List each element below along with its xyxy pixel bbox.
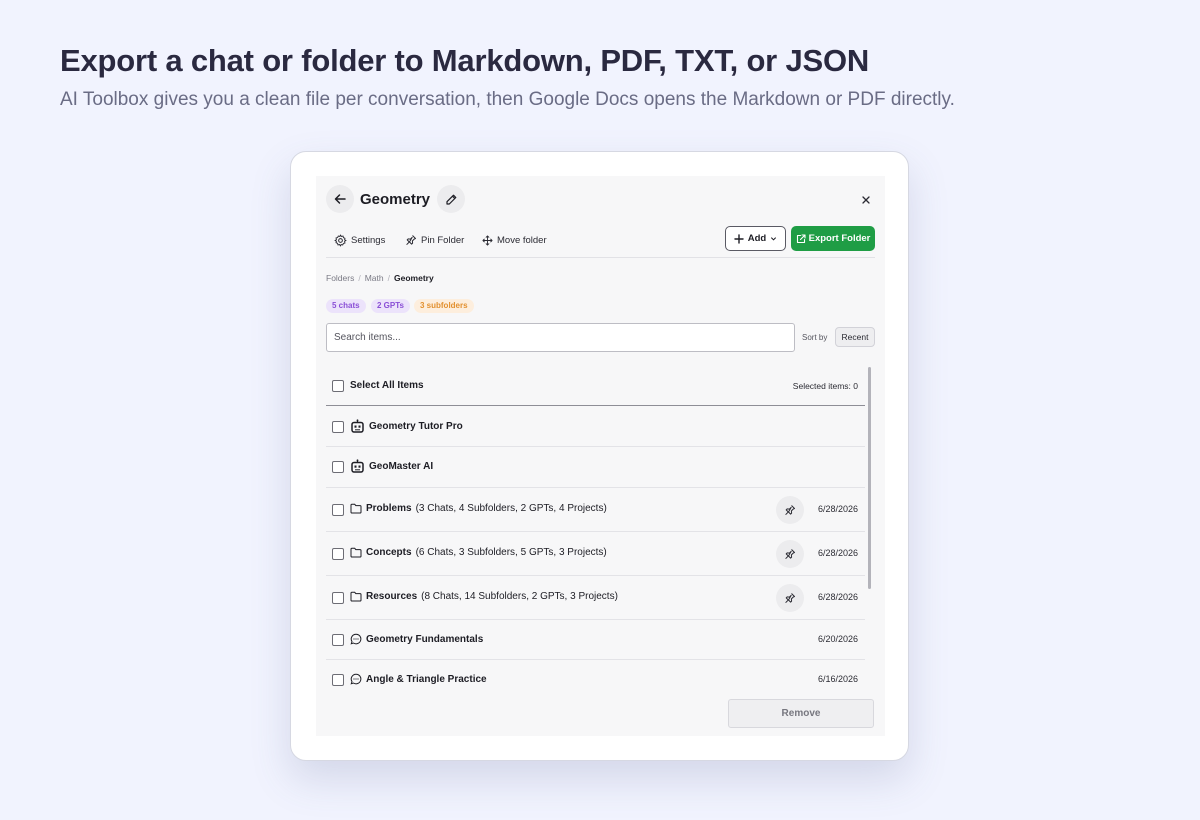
item-name: Angle & Triangle Practice xyxy=(366,673,487,685)
sort-select[interactable]: Recent xyxy=(835,327,875,347)
gpts-count-badge: 2 GPTs xyxy=(371,299,410,313)
export-folder-label: Export Folder xyxy=(808,233,871,244)
item-checkbox[interactable] xyxy=(332,674,344,686)
item-detail: (8 Chats, 14 Subfolders, 2 GPTs, 3 Proje… xyxy=(421,591,618,602)
item-date: 6/28/2026 xyxy=(817,592,858,602)
item-detail: (3 Chats, 4 Subfolders, 2 GPTs, 4 Projec… xyxy=(415,503,607,514)
pencil-icon xyxy=(445,194,456,205)
plus-icon xyxy=(734,233,744,244)
folder-panel: Geometry Settings Pin Folder Move folder… xyxy=(316,176,885,736)
item-name: Geometry Fundamentals xyxy=(366,633,484,645)
back-button[interactable] xyxy=(326,185,354,213)
pin-folder-button[interactable]: Pin Folder xyxy=(405,231,464,249)
pin-icon xyxy=(785,593,795,604)
chats-count-badge: 5 chats xyxy=(326,299,366,313)
edit-title-button[interactable] xyxy=(437,185,465,213)
folder-icon xyxy=(350,547,362,558)
item-date: 6/28/2026 xyxy=(817,548,858,558)
export-folder-button[interactable]: Export Folder xyxy=(791,226,875,251)
pin-icon xyxy=(785,549,795,560)
select-all-label: Select All Items xyxy=(350,380,424,391)
pin-icon xyxy=(785,505,795,516)
move-folder-button[interactable]: Move folder xyxy=(482,231,547,249)
folder-icon xyxy=(350,591,362,602)
folder-title: Geometry xyxy=(360,191,431,208)
list-item-gpt[interactable]: Geometry Tutor Pro xyxy=(326,407,865,447)
item-checkbox[interactable] xyxy=(332,504,344,516)
toolbar-divider xyxy=(326,257,875,258)
item-checkbox[interactable] xyxy=(332,592,344,604)
item-date: 6/16/2026 xyxy=(817,674,858,684)
item-checkbox[interactable] xyxy=(332,421,344,433)
breadcrumb: Folders / Math / Geometry xyxy=(326,273,434,283)
list-item-folder[interactable]: Resources (8 Chats, 14 Subfolders, 2 GPT… xyxy=(326,576,865,620)
hero-title: Export a chat or folder to Markdown, PDF… xyxy=(60,43,870,78)
list-item-folder[interactable]: Concepts (6 Chats, 3 Subfolders, 5 GPTs,… xyxy=(326,532,865,576)
move-folder-label: Move folder xyxy=(497,234,547,246)
item-checkbox[interactable] xyxy=(332,461,344,473)
item-name: Problems xyxy=(366,503,412,514)
selected-count: Selected items: 0 xyxy=(792,381,858,391)
add-label: Add xyxy=(747,233,767,244)
chevron-down-icon xyxy=(771,237,777,241)
robot-icon xyxy=(351,459,364,473)
list-scrollbar[interactable] xyxy=(868,367,871,589)
breadcrumb-folders[interactable]: Folders xyxy=(326,273,354,283)
breadcrumb-math[interactable]: Math xyxy=(365,273,384,283)
breadcrumb-current: Geometry xyxy=(394,273,434,283)
arrow-left-icon xyxy=(334,194,346,204)
item-detail: (6 Chats, 3 Subfolders, 5 GPTs, 3 Projec… xyxy=(415,547,607,558)
items-list: Select All Items Selected items: 0 Geome… xyxy=(326,366,865,686)
search-input[interactable]: Search items... xyxy=(326,323,795,352)
robot-icon xyxy=(351,419,364,433)
gear-icon xyxy=(334,233,347,247)
settings-label: Settings xyxy=(351,234,386,246)
list-item-chat[interactable]: Geometry Fundamentals 6/20/2026 xyxy=(326,620,865,660)
add-button[interactable]: Add xyxy=(725,226,786,251)
close-icon xyxy=(862,196,870,204)
item-checkbox[interactable] xyxy=(332,548,344,560)
pin-folder-label: Pin Folder xyxy=(421,234,465,246)
pin-button[interactable] xyxy=(776,496,804,524)
move-icon xyxy=(482,234,493,246)
select-all-checkbox[interactable] xyxy=(332,380,344,392)
chat-bubble-icon xyxy=(350,633,362,645)
item-name: Geometry Tutor Pro xyxy=(369,421,463,432)
item-date: 6/28/2026 xyxy=(817,504,858,514)
item-name: GeoMaster AI xyxy=(369,461,434,472)
settings-button[interactable]: Settings xyxy=(334,231,385,249)
hero-subtitle: AI Toolbox gives you a clean file per co… xyxy=(60,89,955,110)
chat-bubble-icon xyxy=(350,673,362,685)
close-button[interactable] xyxy=(857,191,875,209)
item-date: 6/20/2026 xyxy=(817,634,858,644)
item-name: Resources xyxy=(366,591,418,602)
item-name: Concepts xyxy=(366,547,412,558)
subfolders-count-badge: 3 subfolders xyxy=(414,299,474,313)
list-item-gpt[interactable]: GeoMaster AI xyxy=(326,447,865,488)
screenshot-frame: Geometry Settings Pin Folder Move folder… xyxy=(290,151,909,761)
sort-label: Sort by xyxy=(802,333,828,342)
list-item-folder[interactable]: Problems (3 Chats, 4 Subfolders, 2 GPTs,… xyxy=(326,488,865,532)
pin-button[interactable] xyxy=(776,540,804,568)
pin-button[interactable] xyxy=(776,584,804,612)
item-checkbox[interactable] xyxy=(332,634,344,646)
folder-icon xyxy=(350,503,362,514)
pin-icon xyxy=(406,235,416,246)
remove-button[interactable]: Remove xyxy=(728,699,874,728)
export-icon xyxy=(796,233,806,243)
list-header: Select All Items Selected items: 0 xyxy=(326,366,865,406)
list-item-chat[interactable]: Angle & Triangle Practice 6/16/2026 xyxy=(326,660,865,686)
